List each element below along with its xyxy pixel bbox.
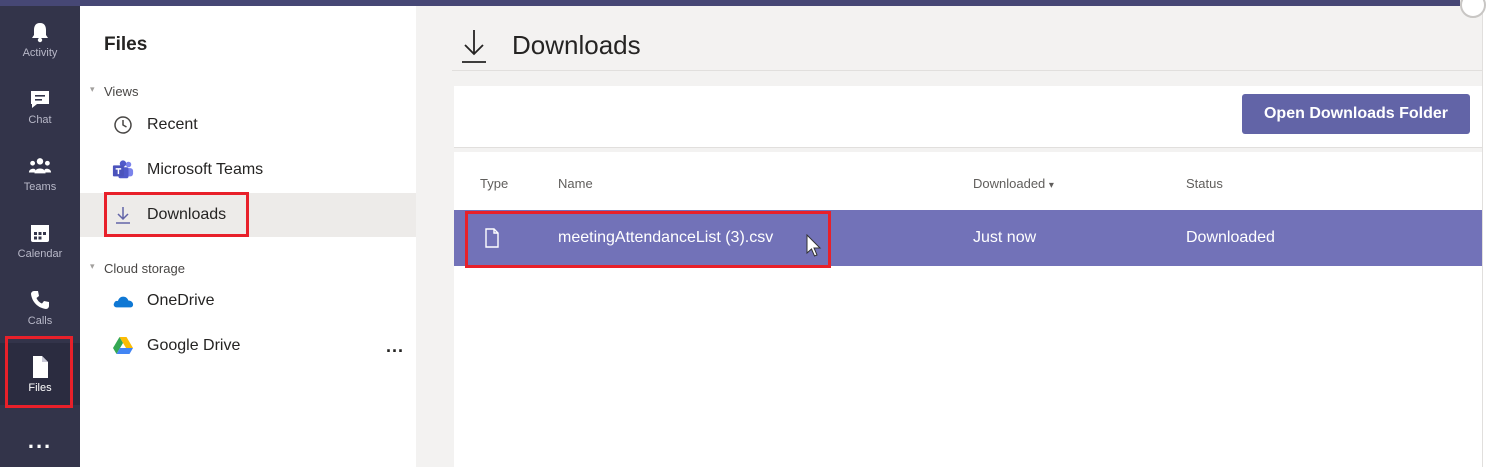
status-cell: Downloaded (1186, 229, 1275, 246)
rail-item-label: Activity (22, 46, 58, 59)
google-drive-icon (112, 335, 134, 357)
rail-item-chat[interactable]: Chat (0, 75, 80, 137)
file-icon (28, 355, 52, 379)
rail-item-label: Chat (28, 113, 52, 126)
phone-icon (28, 288, 52, 312)
header-divider (452, 70, 1482, 71)
teams-icon (28, 154, 52, 178)
downloads-table: Type Name Downloaded ▾ Status meetingAtt… (454, 152, 1482, 467)
more-options-button[interactable]: ... (386, 336, 404, 357)
nav-item-label: OneDrive (147, 292, 215, 309)
rail-item-calls[interactable]: Calls (0, 276, 80, 338)
nav-item-microsoft-teams[interactable]: Microsoft Teams (80, 148, 416, 192)
bell-icon (28, 20, 52, 44)
window-right-edge (1482, 0, 1500, 467)
more-apps-button[interactable]: ... (0, 428, 80, 454)
table-row[interactable]: meetingAttendanceList (3).csv Just now D… (454, 210, 1482, 266)
collapse-caret-icon: ▾ (90, 261, 95, 271)
column-header-type[interactable]: Type (480, 176, 508, 191)
toolbar: Open Downloads Folder (454, 86, 1482, 148)
column-header-label: Downloaded (973, 176, 1046, 191)
downloaded-cell: Just now (973, 229, 1037, 246)
onedrive-icon (112, 290, 134, 312)
teams-window: Activity Chat Teams Calendar Calls Files… (0, 0, 1500, 467)
rail-item-label: Calendar (17, 247, 63, 260)
main-header: Downloads (416, 6, 1482, 70)
panel-title: Files (104, 34, 148, 55)
calendar-icon (28, 221, 52, 245)
open-downloads-folder-button[interactable]: Open Downloads Folder (1242, 94, 1470, 134)
teams-logo-icon (112, 159, 134, 181)
page-title: Downloads (512, 30, 641, 60)
chat-icon (28, 87, 52, 111)
nav-item-label: Downloads (147, 206, 227, 223)
nav-item-onedrive[interactable]: OneDrive (80, 279, 416, 323)
sort-caret-icon: ▾ (1048, 180, 1054, 191)
rail-item-files[interactable]: Files (0, 343, 80, 405)
document-icon (485, 228, 499, 248)
file-name-cell[interactable]: meetingAttendanceList (3).csv (558, 210, 773, 266)
collapse-caret-icon: ▾ (90, 84, 95, 94)
rail-item-activity[interactable]: Activity (0, 8, 80, 70)
download-icon (112, 204, 134, 226)
rail-item-teams[interactable]: Teams (0, 142, 80, 204)
files-panel: Files ▾ Views Recent Microsoft Teams Dow… (80, 6, 416, 467)
column-header-name[interactable]: Name (558, 176, 593, 191)
cloud-storage-label: Cloud storage (104, 261, 185, 276)
nav-item-recent[interactable]: Recent (80, 103, 416, 147)
download-icon (462, 30, 486, 63)
nav-item-google-drive[interactable]: Google Drive (80, 324, 416, 368)
views-section-header[interactable]: ▾ Views (90, 84, 139, 99)
rail-item-calendar[interactable]: Calendar (0, 209, 80, 271)
views-label: Views (104, 84, 139, 99)
column-header-downloaded[interactable]: Downloaded ▾ (973, 176, 1054, 191)
nav-item-label: Microsoft Teams (147, 161, 264, 178)
file-type-cell (484, 210, 500, 266)
rail-item-label: Files (28, 381, 52, 394)
app-rail: Activity Chat Teams Calendar Calls Files… (0, 6, 80, 467)
rail-item-label: Teams (23, 180, 57, 193)
rail-item-label: Calls (27, 314, 53, 327)
clock-icon (112, 114, 134, 136)
cloud-storage-section-header[interactable]: ▾ Cloud storage (90, 261, 185, 276)
column-header-status[interactable]: Status (1186, 176, 1223, 191)
nav-item-label: Recent (147, 116, 198, 133)
main-content: Downloads Open Downloads Folder Type Nam… (416, 6, 1482, 467)
nav-item-label: Google Drive (147, 337, 241, 354)
nav-item-downloads[interactable]: Downloads (80, 193, 416, 237)
mouse-cursor-icon (806, 234, 822, 257)
